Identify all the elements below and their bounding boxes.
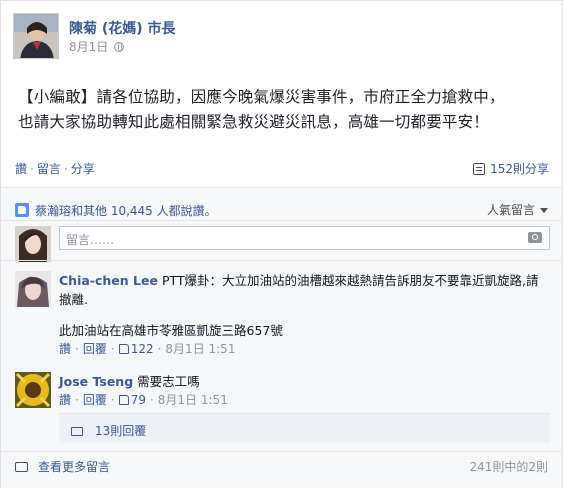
view-more-comments-link[interactable]: 查看更多留言 [15, 458, 110, 475]
viewer-avatar [15, 226, 51, 262]
reply-icon [71, 427, 83, 436]
separator: · [30, 162, 34, 176]
likes-summary[interactable]: 蔡瀚瑢和其他 10,445 人都說讚。 [15, 201, 217, 219]
comment-body: Chia-chen Lee PTT爆卦：大立加油站的油槽越來越熱請告訴朋友不要靠近… [59, 271, 551, 359]
globe-icon[interactable] [114, 42, 125, 52]
comment-time[interactable]: 8月1日 1:51 [158, 393, 228, 407]
comment-sort-dropdown[interactable]: 人氣留言 [487, 201, 548, 218]
chevron-down-icon [540, 208, 548, 213]
page-avatar[interactable] [13, 13, 59, 59]
post-meta: 8月1日 [69, 38, 125, 55]
comment-meta: 讚 · 回覆 · 122 · 8月1日 1:51 [59, 342, 236, 356]
share-count[interactable]: 152則分享 [473, 160, 549, 177]
comment-reply-button[interactable]: 回覆 [83, 342, 107, 356]
camera-icon[interactable] [528, 232, 542, 243]
comment-avatar[interactable] [15, 271, 51, 307]
share-icon [473, 163, 486, 175]
comment-body: Jose Tseng 需要志工嗎 讚 · 回覆 · 79 · 8月1日 1:51 [59, 372, 551, 410]
comment-reply-button[interactable]: 回覆 [83, 393, 107, 407]
comment-button[interactable]: 留言 [37, 162, 61, 176]
comment-like-count[interactable]: 122 [131, 342, 154, 356]
divider [1, 220, 562, 221]
comment-input-placeholder: 留言…… [66, 233, 115, 247]
post-date[interactable]: 8月1日 [69, 40, 108, 54]
comment-text: 此加油站在高雄市苓雅區凱旋三路657號 [59, 323, 283, 338]
comment-author[interactable]: Jose Tseng [59, 374, 133, 389]
thumbs-up-icon [15, 203, 29, 217]
thumbs-up-icon [118, 395, 129, 405]
facebook-post-card: 陳菊 (花媽) 市長 8月1日 【小編敢】請各位協助，因應今晚氣爆災害事件，市府… [0, 0, 563, 488]
page-name-link[interactable]: 陳菊 (花媽) 市長 [69, 18, 176, 38]
separator: · [63, 162, 68, 176]
comment-text: 需要志工嗎 [137, 374, 200, 389]
share-button[interactable]: 分享 [71, 162, 95, 176]
post-text-line: 【小編敢】請各位協助，因應今晚氣爆災害事件，市府正全力搶救中， [18, 88, 505, 106]
divider [1, 260, 562, 261]
thumbs-up-icon [118, 344, 129, 354]
comment-sort-label: 人氣留言 [486, 203, 535, 217]
post-actions: 讚 · 留言 · 分享 [15, 160, 95, 177]
comment-bubble-icon [15, 462, 28, 472]
comment-meta: 讚 · 回覆 · 79 · 8月1日 1:51 [59, 393, 228, 407]
comment-avatar[interactable] [15, 372, 51, 408]
post-text-line: 也請大家協助轉知此處相關緊急救災避災訊息，高雄一切都要平安！ [18, 113, 490, 131]
view-more-comments-label: 查看更多留言 [38, 460, 111, 474]
view-replies-link[interactable]: 13則回覆 [59, 413, 550, 443]
view-replies-label: 13則回覆 [95, 424, 147, 438]
post-text: 【小編敢】請各位協助，因應今晚氣爆災害事件，市府正全力搶救中， 也請大家協助轉知… [18, 85, 558, 135]
comment-like-button[interactable]: 讚 [59, 342, 71, 356]
comment-like-count[interactable]: 79 [131, 393, 146, 407]
divider [1, 451, 562, 452]
like-button[interactable]: 讚 [15, 162, 27, 176]
likes-summary-text: 蔡瀚瑢和其他 10,445 人都說讚。 [35, 204, 217, 218]
comment-author[interactable]: Chia-chen Lee [59, 273, 158, 288]
comment-like-button[interactable]: 讚 [59, 393, 71, 407]
comment-count: 241則中的2則 [469, 460, 548, 474]
comments-section: 蔡瀚瑢和其他 10,445 人都說讚。 人氣留言 留言…… Chia-chen … [1, 188, 562, 488]
comment-time[interactable]: 8月1日 1:51 [165, 342, 235, 356]
comment-input[interactable]: 留言…… [59, 226, 550, 250]
share-count-label: 152則分享 [490, 162, 549, 176]
